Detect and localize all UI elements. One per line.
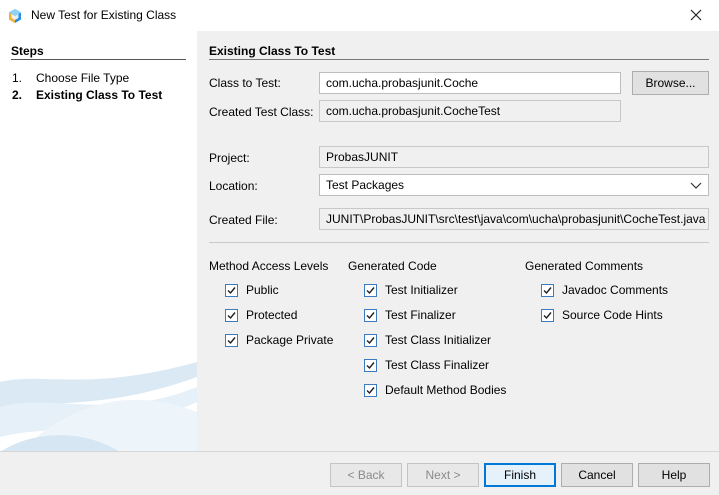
- checkbox-label: Source Code Hints: [562, 308, 663, 322]
- generated-code-title: Generated Code: [348, 259, 437, 273]
- created-file-field: JUNIT\ProbasJUNIT\src\test\java\com\ucha…: [319, 208, 709, 230]
- created-test-class-field: com.ucha.probasjunit.CocheTest: [319, 100, 621, 122]
- window-title: New Test for Existing Class: [31, 8, 177, 22]
- section-divider: [209, 59, 709, 60]
- javadoc-comments-checkbox[interactable]: Javadoc Comments: [541, 282, 668, 298]
- project-label: Project:: [209, 151, 250, 165]
- footer-divider: [0, 451, 719, 452]
- step-number: 1.: [12, 71, 23, 85]
- checkbox-checked-icon: [225, 283, 238, 297]
- checkbox-checked-icon: [541, 308, 554, 322]
- location-label: Location:: [209, 179, 258, 193]
- checkbox-checked-icon: [364, 308, 377, 322]
- step-item-current: 2. Existing Class To Test: [12, 88, 162, 102]
- section-title: Existing Class To Test: [209, 44, 336, 58]
- class-to-test-label: Class to Test:: [209, 76, 281, 90]
- package-private-checkbox[interactable]: Package Private: [225, 332, 333, 348]
- protected-checkbox[interactable]: Protected: [225, 307, 297, 323]
- close-icon: [690, 5, 702, 26]
- created-file-label: Created File:: [209, 213, 278, 227]
- checkbox-checked-icon: [364, 333, 377, 347]
- decorative-swoosh-graphic: [0, 362, 197, 452]
- source-code-hints-checkbox[interactable]: Source Code Hints: [541, 307, 663, 323]
- checkbox-checked-icon: [364, 358, 377, 372]
- step-label: Choose File Type: [36, 71, 130, 85]
- test-class-initializer-checkbox[interactable]: Test Class Initializer: [364, 332, 491, 348]
- checkbox-checked-icon: [225, 308, 238, 322]
- netbeans-app-icon: [7, 8, 23, 24]
- project-field: ProbasJUNIT: [319, 146, 709, 168]
- step-number: 2.: [12, 88, 23, 102]
- step-label: Existing Class To Test: [36, 88, 163, 102]
- checkbox-checked-icon: [364, 383, 377, 397]
- checkbox-checked-icon: [541, 283, 554, 297]
- checkbox-label: Test Class Finalizer: [385, 358, 490, 372]
- checkbox-label: Javadoc Comments: [562, 283, 669, 297]
- checkbox-checked-icon: [225, 333, 238, 347]
- checkbox-label: Default Method Bodies: [385, 383, 507, 397]
- steps-divider: [11, 59, 186, 60]
- checkbox-label: Test Class Initializer: [385, 333, 492, 347]
- default-method-bodies-checkbox[interactable]: Default Method Bodies: [364, 382, 506, 398]
- cancel-button[interactable]: Cancel: [561, 463, 633, 487]
- content-panel: Existing Class To Test Class to Test: co…: [197, 31, 719, 452]
- public-checkbox[interactable]: Public: [225, 282, 279, 298]
- chevron-down-icon: [690, 178, 702, 192]
- steps-title: Steps: [11, 44, 44, 58]
- title-bar: New Test for Existing Class: [0, 0, 719, 31]
- checkbox-checked-icon: [364, 283, 377, 297]
- checkbox-label: Public: [246, 283, 279, 297]
- options-divider: [209, 242, 709, 243]
- browse-button[interactable]: Browse...: [632, 71, 709, 95]
- method-access-levels-title: Method Access Levels: [209, 259, 329, 273]
- next-button[interactable]: Next >: [407, 463, 479, 487]
- test-finalizer-checkbox[interactable]: Test Finalizer: [364, 307, 456, 323]
- checkbox-label: Protected: [246, 308, 298, 322]
- step-item: 1. Choose File Type: [12, 71, 129, 85]
- checkbox-label: Package Private: [246, 333, 334, 347]
- location-selected-value: Test Packages: [326, 178, 405, 192]
- back-button[interactable]: < Back: [330, 463, 402, 487]
- test-initializer-checkbox[interactable]: Test Initializer: [364, 282, 458, 298]
- generated-comments-title: Generated Comments: [525, 259, 644, 273]
- close-window-button[interactable]: [673, 0, 719, 31]
- test-class-finalizer-checkbox[interactable]: Test Class Finalizer: [364, 357, 489, 373]
- help-button[interactable]: Help: [638, 463, 710, 487]
- created-test-class-label: Created Test Class:: [209, 105, 314, 119]
- steps-panel: Steps 1. Choose File Type 2. Existing Clas…: [0, 31, 197, 452]
- checkbox-label: Test Finalizer: [385, 308, 456, 322]
- checkbox-label: Test Initializer: [385, 283, 458, 297]
- location-dropdown[interactable]: Test Packages: [319, 174, 709, 196]
- finish-button[interactable]: Finish: [484, 463, 556, 487]
- class-to-test-input[interactable]: com.ucha.probasjunit.Coche: [319, 72, 621, 94]
